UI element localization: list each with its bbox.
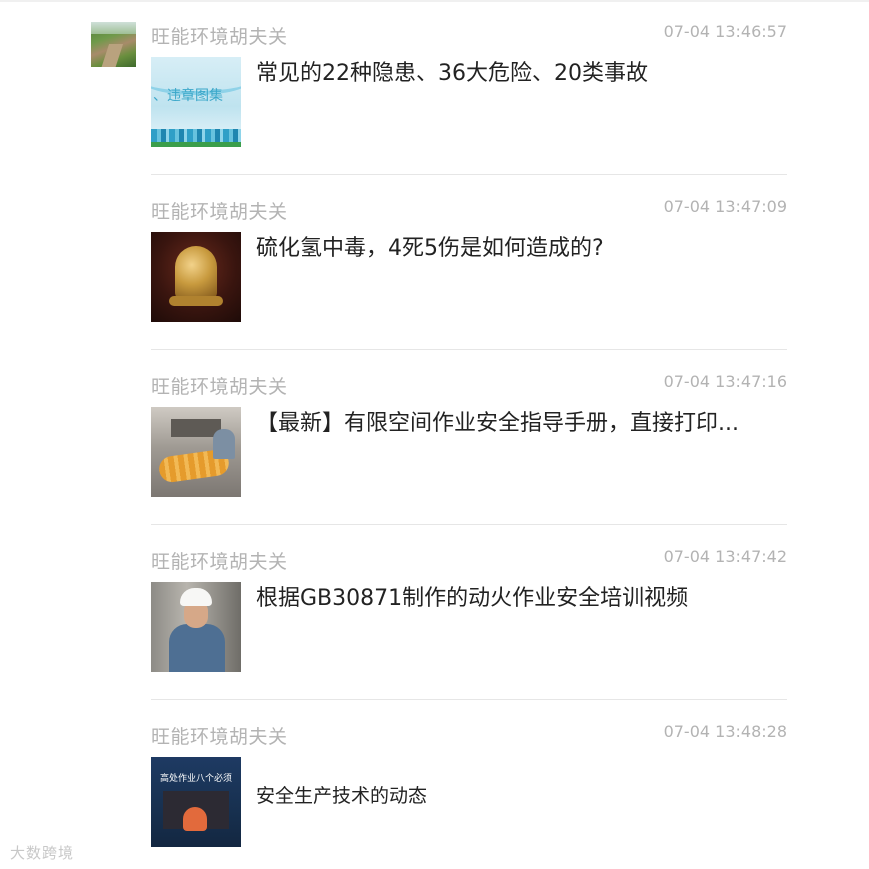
helmet-icon bbox=[180, 588, 212, 606]
poster-heading: 高处作业八个必须 bbox=[159, 774, 232, 784]
bell-rim bbox=[169, 296, 223, 306]
avatar-path bbox=[100, 44, 124, 67]
bell-icon bbox=[175, 246, 217, 300]
thumbnail-label: 、违章图集 bbox=[153, 88, 223, 104]
article-title[interactable]: 安全生产技术的动态 bbox=[256, 780, 786, 812]
message-time: 07-04 13:46:57 bbox=[663, 22, 787, 41]
chat-history-frame: 旺能环境胡夫关 07-04 13:46:57 、违章图集 常见的22种隐患、36… bbox=[0, 0, 869, 869]
article-title[interactable]: 硫化氢中毒，4死5伤是如何造成的? bbox=[256, 233, 786, 265]
poster-figure bbox=[183, 807, 207, 831]
message-time: 07-04 13:48:28 bbox=[663, 722, 787, 741]
message-card[interactable]: 旺能环境胡夫关 07-04 13:47:16 【最新】有限空间作业安全指导手册，… bbox=[151, 349, 787, 524]
message-card[interactable]: 旺能环境胡夫关 07-04 13:47:42 根据GB30871制作的动火作业安… bbox=[151, 524, 787, 699]
message-time: 07-04 13:47:16 bbox=[663, 372, 787, 391]
message-card[interactable]: 旺能环境胡夫关 07-04 13:46:57 、违章图集 常见的22种隐患、36… bbox=[151, 0, 787, 174]
article-thumbnail[interactable]: 高处作业八个必须 bbox=[151, 757, 241, 847]
sender-name: 旺能环境胡夫关 bbox=[151, 551, 288, 573]
message-time: 07-04 13:47:09 bbox=[663, 197, 787, 216]
avatar-sky bbox=[91, 22, 136, 34]
article-title[interactable]: 根据GB30871制作的动火作业安全培训视频 bbox=[256, 583, 786, 615]
thumbnail-worker bbox=[213, 429, 235, 459]
sender-name: 旺能环境胡夫关 bbox=[151, 26, 288, 48]
article-thumbnail[interactable] bbox=[151, 407, 241, 497]
article-thumbnail[interactable] bbox=[151, 582, 241, 672]
sender-avatar[interactable] bbox=[91, 22, 136, 67]
sender-name: 旺能环境胡夫关 bbox=[151, 201, 288, 223]
message-time: 07-04 13:47:42 bbox=[663, 547, 787, 566]
message-card[interactable]: 旺能环境胡夫关 07-04 13:47:09 硫化氢中毒，4死5伤是如何造成的? bbox=[151, 174, 787, 349]
thumbnail-ground bbox=[151, 142, 241, 147]
message-card[interactable]: 旺能环境胡夫关 07-04 13:48:28 高处作业八个必须 安全生产技术的动… bbox=[151, 699, 787, 869]
watermark: 大数跨境 bbox=[10, 844, 75, 862]
worker-body bbox=[169, 624, 225, 672]
article-title[interactable]: 常见的22种隐患、36大危险、20类事故 bbox=[256, 58, 786, 90]
sender-name: 旺能环境胡夫关 bbox=[151, 376, 288, 398]
article-thumbnail[interactable]: 、违章图集 bbox=[151, 57, 241, 147]
message-feed: 旺能环境胡夫关 07-04 13:46:57 、违章图集 常见的22种隐患、36… bbox=[151, 0, 787, 869]
article-title[interactable]: 【最新】有限空间作业安全指导手册，直接打印... bbox=[256, 408, 786, 440]
article-thumbnail[interactable] bbox=[151, 232, 241, 322]
sender-name: 旺能环境胡夫关 bbox=[151, 726, 288, 748]
